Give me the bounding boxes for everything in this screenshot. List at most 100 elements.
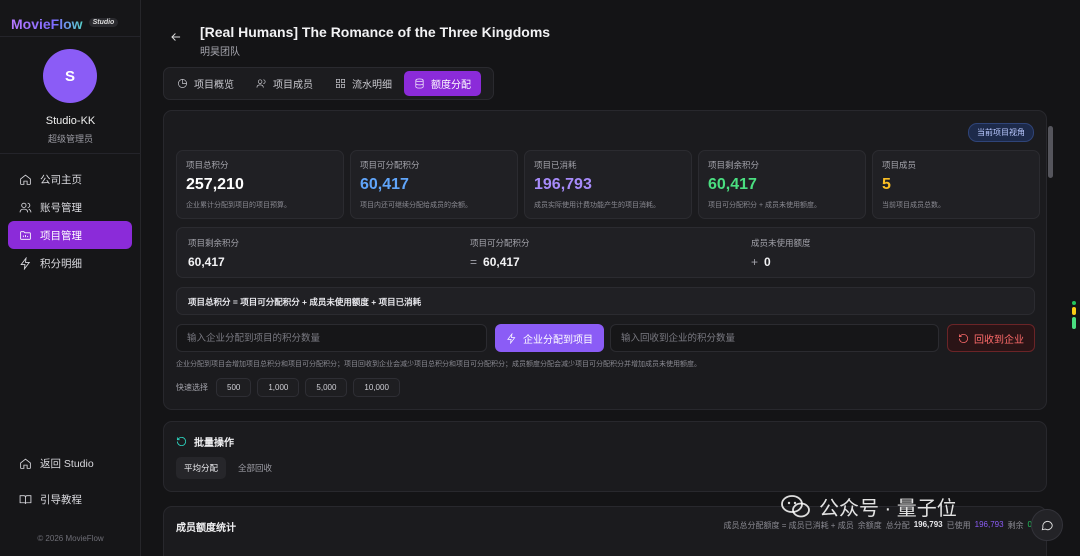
sidebar-divider [0, 153, 141, 154]
sidebar-item-tutorial[interactable]: 引导教程 [8, 485, 132, 513]
summary-unused: 成员未使用额度 +0 [751, 237, 811, 269]
sidebar-item-company-home[interactable]: 公司主页 [8, 165, 132, 193]
home-icon [20, 174, 31, 185]
sidebar-item-label: 引导教程 [40, 493, 82, 506]
project-tabs: 项目概览 项目成员 流水明细 额度分配 [163, 67, 494, 100]
folder-icon [20, 230, 31, 240]
stat-label: 项目已消耗 [534, 160, 577, 170]
stat-desc: 企业累计分配到项目的项目预算。 [186, 202, 291, 209]
allocation-controls: 企业分配到项目 回收到企业 [176, 324, 1035, 352]
stat-value: 196,793 [534, 176, 592, 193]
sidebar-bottom-nav: 返回 Studio 引导教程 [8, 449, 132, 513]
sidebar-item-label: 项目管理 [40, 229, 82, 242]
avatar[interactable]: S [43, 49, 97, 103]
batch-tabs: 平均分配 全部回收 [176, 457, 280, 479]
stat-value: 60,417 [360, 176, 409, 193]
chat-button[interactable] [1031, 509, 1063, 541]
edge-dot [1072, 307, 1076, 315]
view-badge: 当前项目视角 [968, 123, 1034, 142]
button-label: 回收到企业 [974, 334, 1024, 346]
quick-chip-5000[interactable]: 5,000 [305, 378, 348, 397]
stat-card-allocatable: 项目可分配积分 60,417 项目内还可继续分配给成员的余额。 [350, 150, 518, 219]
members-formula-tail: 余额度 [857, 521, 882, 530]
quick-chip-500[interactable]: 500 [216, 378, 252, 397]
clock-icon [178, 79, 187, 88]
sidebar-item-label: 返回 Studio [40, 457, 94, 470]
stat-card-remaining: 项目剩余积分 60,417 项目可分配积分 + 成员未使用额度。 [698, 150, 866, 219]
stat-card-consumed: 项目已消耗 196,793 成员实际使用计费功能产生的项目消耗。 [524, 150, 692, 219]
used-value: 196,793 [974, 520, 1004, 529]
sidebar-item-accounts[interactable]: 账号管理 [8, 193, 132, 221]
tab-average-allocate[interactable]: 平均分配 [176, 457, 227, 479]
user-name: Studio-KK [45, 115, 96, 127]
copyright: © 2026 MovieFlow [37, 534, 104, 543]
page-title: [Real Humans] The Romance of the Three K… [200, 24, 551, 40]
sidebar-item-label: 账号管理 [40, 201, 82, 214]
stat-card-members: 项目成员 5 当前项目成员总数。 [872, 150, 1040, 219]
summary-value-row: = 60,417 [470, 255, 530, 269]
home-icon [20, 458, 31, 469]
quick-select-label: 快速选择 [176, 383, 208, 392]
back-button[interactable] [169, 30, 183, 44]
summary-value: 60,417 [483, 255, 520, 269]
used-label: 已使用 [946, 521, 971, 530]
stat-value: 257,210 [186, 176, 244, 193]
watermark: 公众号 · 量子位 [781, 492, 957, 521]
bolt-icon [507, 332, 516, 344]
quick-chip-1000[interactable]: 1,000 [257, 378, 300, 397]
remain-label: 剩余 [1007, 521, 1024, 530]
summary-value-row: +0 [751, 255, 811, 269]
tab-label: 流水明细 [352, 80, 392, 91]
edge-dot [1072, 301, 1076, 305]
wechat-icon [781, 494, 810, 517]
total-label: 总分配 [885, 521, 910, 530]
edge-dot [1072, 317, 1076, 329]
recycle-to-company-button[interactable]: 回收到企业 [947, 324, 1035, 352]
tab-members[interactable]: 项目成员 [246, 71, 323, 96]
stat-label: 项目可分配积分 [360, 160, 420, 170]
allocate-to-project-button[interactable]: 企业分配到项目 [495, 324, 604, 352]
user-role: 超级管理员 [47, 134, 93, 144]
quick-select: 快速选择 500 1,000 5,000 10,000 [176, 378, 400, 397]
summary-label: 项目剩余积分 [188, 238, 240, 248]
sidebar-item-back-studio[interactable]: 返回 Studio [8, 449, 132, 477]
scrollbar-thumb[interactable] [1048, 126, 1053, 178]
brand[interactable]: MovieFlow Studio [0, 0, 140, 37]
members-formula: 成员总分配额度 = 成员已消耗 + 成员 [723, 521, 854, 530]
sidebar: MovieFlow Studio S Studio-KK 超级管理员 公司主页 … [0, 0, 141, 556]
equals-sign: = [470, 255, 478, 269]
watermark-text: 公众号 · 量子位 [819, 498, 957, 520]
users-icon [256, 79, 266, 88]
quick-chip-10000[interactable]: 10,000 [353, 378, 400, 397]
members-title: 成员额度统计 [176, 523, 236, 534]
tab-label: 项目成员 [273, 80, 313, 91]
stat-desc: 成员实际使用计费功能产生的项目消耗。 [534, 202, 660, 209]
formula-note: 项目总积分 = 项目可分配积分 + 成员未使用额度 + 项目已消耗 [176, 287, 1035, 315]
tab-recycle-all[interactable]: 全部回收 [230, 457, 280, 479]
sidebar-item-credits[interactable]: 积分明细 [8, 249, 132, 277]
tab-quota-allocation[interactable]: 额度分配 [404, 71, 481, 96]
stat-desc: 项目内还可继续分配给成员的余额。 [360, 202, 472, 209]
sidebar-item-projects[interactable]: 项目管理 [8, 221, 132, 249]
summary-value: 0 [764, 255, 771, 269]
tab-overview[interactable]: 项目概览 [167, 71, 244, 96]
allocation-hint: 企业分配到项目会增加项目总积分和项目可分配积分；项目回收到企业会减少项目总积分和… [176, 361, 701, 368]
total-value: 196,793 [913, 520, 943, 529]
book-icon [19, 494, 32, 504]
tab-label: 额度分配 [431, 80, 471, 91]
page-subtitle: 明昊团队 [200, 47, 240, 58]
sidebar-nav: 公司主页 账号管理 项目管理 积分明细 [8, 165, 132, 277]
tab-label: 项目概览 [194, 80, 234, 91]
stat-value: 5 [882, 176, 891, 193]
arrow-left-icon [171, 33, 181, 41]
allocate-amount-input[interactable] [176, 324, 487, 352]
stat-value: 60,417 [708, 176, 757, 193]
stat-label: 项目总积分 [186, 160, 229, 170]
recycle-amount-input[interactable] [610, 324, 939, 352]
bolt-icon [20, 256, 31, 270]
tab-transactions[interactable]: 流水明细 [325, 71, 402, 96]
summary-remaining: 项目剩余积分 60,417 [188, 237, 239, 269]
summary-value: 60,417 [188, 255, 225, 269]
plus-sign: + [751, 255, 759, 269]
brand-name: MovieFlow [11, 15, 83, 32]
